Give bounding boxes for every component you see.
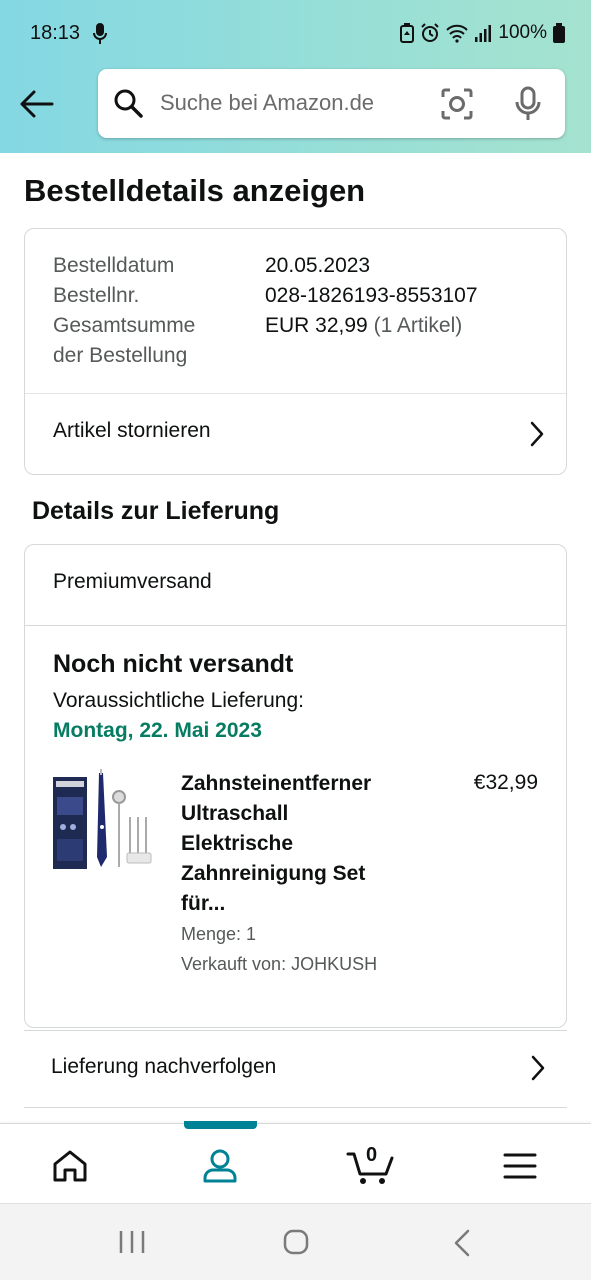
order-total-label-line2: der Bestellung: [53, 344, 188, 367]
status-bar: 18:13 100%: [0, 0, 591, 68]
recent-apps-button[interactable]: [118, 1228, 146, 1261]
eta-label: Voraussichtliche Lieferung:: [53, 689, 304, 712]
product-quantity: Menge: 1: [181, 924, 257, 944]
system-navigation-bar: [0, 1203, 591, 1280]
order-total-items: (1 Artikel): [373, 314, 463, 337]
chevron-right-icon: [531, 1055, 545, 1086]
track-delivery-link[interactable]: Lieferung nachverfolgen: [24, 1030, 567, 1108]
search-input[interactable]: [160, 83, 420, 123]
product-image[interactable]: [51, 767, 157, 873]
page-title: Bestelldetails anzeigen: [24, 173, 366, 208]
home-circle-icon: [283, 1229, 309, 1255]
order-summary-card: Bestelldatum 20.05.2023 Bestellnr. 028-1…: [24, 228, 567, 475]
app-header: 18:13 100%: [0, 0, 591, 153]
order-total-amount: EUR 32,99: [265, 314, 368, 337]
nav-cart[interactable]: 0: [344, 1142, 396, 1190]
microphone-status-icon: [93, 23, 107, 50]
battery-percent: 100%: [498, 22, 547, 43]
order-date-label: Bestelldatum: [53, 254, 175, 277]
shipping-method: Premiumversand: [53, 570, 212, 593]
back-arrow-icon: [20, 90, 54, 118]
order-number-value: 028-1826193-8553107: [265, 284, 478, 307]
system-icons: 100%: [400, 22, 565, 44]
wifi-icon: [446, 23, 469, 43]
back-button[interactable]: [16, 84, 58, 124]
search-bar[interactable]: [98, 69, 565, 138]
nav-menu[interactable]: [496, 1142, 544, 1190]
delivery-card: Premiumversand Noch nicht versandt Vorau…: [24, 544, 567, 1028]
battery-icon: [553, 23, 565, 43]
order-number-label: Bestellnr.: [53, 284, 140, 307]
product-title-link[interactable]: Zahnsteinentferner Ultraschall Elektrisc…: [181, 769, 401, 919]
back-chevron-icon: [454, 1229, 470, 1257]
home-icon: [53, 1150, 87, 1182]
search-icon: [112, 87, 144, 124]
recent-apps-icon: [119, 1231, 145, 1253]
signal-icon: [474, 23, 492, 43]
cart-count: 0: [366, 1144, 378, 1166]
home-button[interactable]: [282, 1228, 310, 1261]
clock: 18:13: [30, 22, 81, 44]
track-delivery-label: Lieferung nachverfolgen: [51, 1055, 277, 1078]
order-date-value: 20.05.2023: [265, 254, 371, 277]
alarm-icon: [420, 23, 440, 43]
delivery-section-title: Details zur Lieferung: [32, 497, 280, 525]
account-icon: [203, 1149, 237, 1183]
nav-home[interactable]: [46, 1142, 94, 1190]
camera-search-icon[interactable]: [440, 87, 474, 126]
active-tab-indicator: [184, 1121, 257, 1129]
product-price: €32,99: [473, 771, 538, 794]
voice-search-icon[interactable]: [513, 86, 543, 127]
cancel-items-label: Artikel stornieren: [53, 419, 211, 442]
eta-date: Montag, 22. Mai 2023: [53, 719, 262, 742]
order-total-label-line1: Gesamtsumme: [53, 314, 196, 337]
battery-saver-icon: [400, 23, 415, 43]
menu-icon: [503, 1153, 537, 1179]
nav-account[interactable]: [196, 1142, 244, 1190]
system-back-button[interactable]: [451, 1228, 473, 1263]
chevron-right-icon: [530, 421, 544, 452]
product-seller: Verkauft von: JOHKUSH: [181, 954, 378, 974]
divider: [25, 625, 566, 626]
bottom-navigation: 0: [0, 1121, 591, 1203]
cancel-items-link[interactable]: Artikel stornieren: [25, 394, 566, 475]
order-total-value: EUR 32,99 (1 Artikel): [265, 311, 462, 341]
shipment-status: Noch nicht versandt: [53, 650, 294, 678]
